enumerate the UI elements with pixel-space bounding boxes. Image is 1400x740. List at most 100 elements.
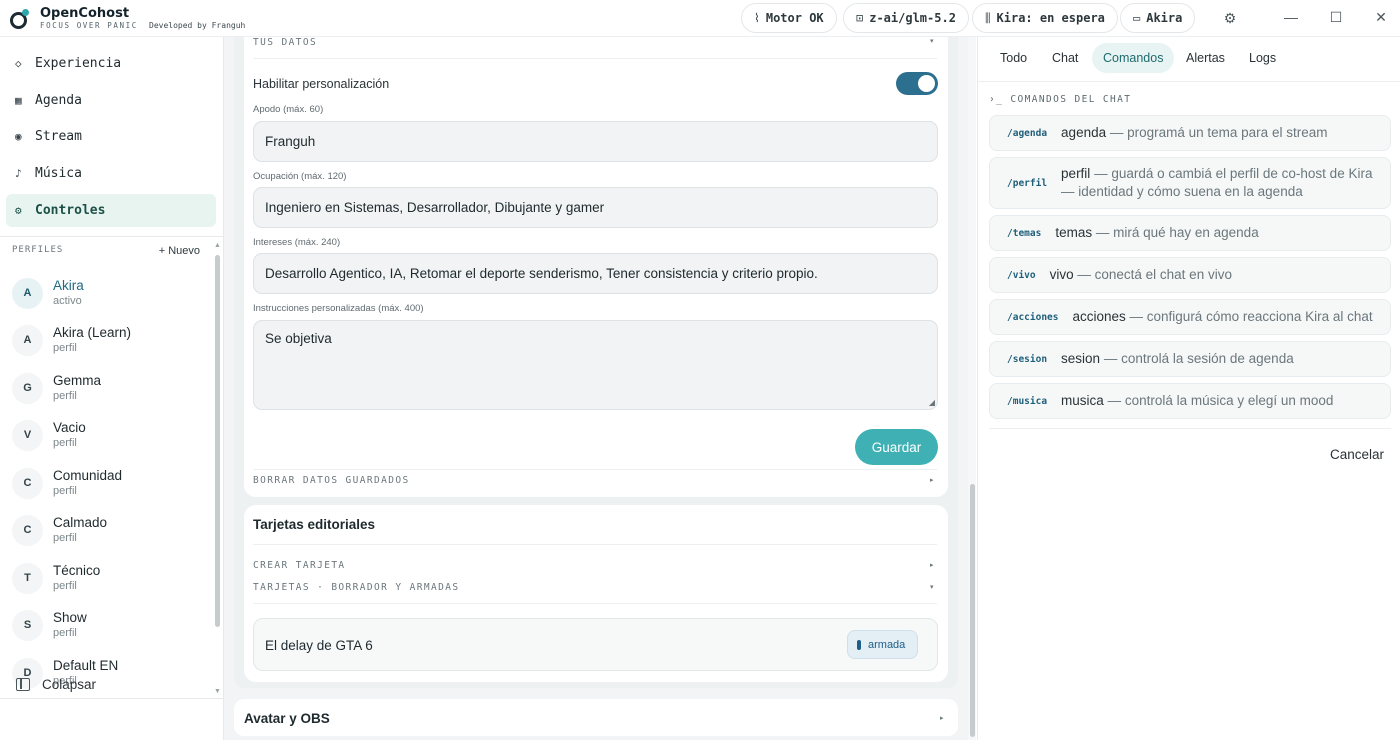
apodo-label: Apodo (máx. 60) [253,104,324,115]
nav-item-agenda[interactable]: ▦ Agenda [6,84,216,117]
tus-datos-header[interactable]: TUS DATOS [253,37,317,48]
profile-item-akira[interactable]: A Akira activo [12,271,84,315]
chevron-down-icon[interactable]: ▾ [930,583,934,591]
tab-logs[interactable]: Logs [1238,43,1287,73]
command-name: sesion [1061,351,1101,366]
profile-item-vacio[interactable]: V Vacio perfil [12,413,86,457]
command-name: agenda [1061,125,1107,140]
profile-name: Akira [53,278,84,293]
tarjetas-list-section[interactable]: TARJETAS · BORRADOR Y ARMADAS [253,582,459,593]
tab-comandos[interactable]: Comandos [1092,43,1175,73]
apodo-input[interactable]: Franguh [253,121,938,162]
music-note-icon: ♪ [15,167,22,180]
profile-item-gemma[interactable]: G Gemma perfil [12,366,101,410]
chevron-right-icon[interactable]: ▸ [930,476,934,484]
avatar: C [12,467,43,499]
command-item-vivo[interactable]: /vivo vivo — conectá el chat en vivo [989,257,1391,293]
profile-pill[interactable]: ▭ Akira [1120,3,1196,33]
profile-name: Calmado [53,515,108,530]
chevron-right-icon[interactable]: ▸ [930,561,934,569]
profiles-header: PERFILES + Nuevo [12,245,200,257]
personalize-toggle[interactable] [896,72,938,95]
sidebar: ◇ Experiencia ▦ Agenda ◉ Stream ♪ Música ⚙ Co… [0,37,224,740]
instrucciones-text: Se objetiva [265,331,332,346]
borrar-datos-section[interactable]: BORRAR DATOS GUARDADOS [253,475,410,486]
avatar: T [12,562,43,594]
command-desc: — guardá o cambiá el perfil de co-host d… [1061,166,1373,199]
scroll-down-arrow-icon[interactable]: ▼ [214,688,221,695]
profile-pill-label: Akira [1146,11,1183,25]
command-item-musica[interactable]: /musica musica — controlá la música y el… [989,383,1391,419]
command-item-sesion[interactable]: /sesion sesion — controlá la sesión de a… [989,341,1391,377]
command-code: /vivo [1007,269,1036,281]
avatar: G [12,372,43,404]
collapse-sidebar-button[interactable]: Colapsar [16,677,96,692]
avatar-obs-title: Avatar y OBS [244,711,330,726]
avatar: A [12,277,43,309]
command-item-acciones[interactable]: /acciones acciones — configurá cómo reac… [989,299,1391,335]
status-badge-label: armada [868,638,906,651]
kira-status-pill[interactable]: ⫼ Kira: en espera [972,3,1118,33]
crear-tarjeta-section[interactable]: CREAR TARJETA [253,560,346,571]
command-code: /temas [1007,227,1042,239]
settings-gear-icon[interactable]: ⚙ [1220,10,1240,27]
profile-item-tecnico[interactable]: T Técnico perfil [12,556,100,600]
new-profile-button[interactable]: + Nuevo [159,245,200,257]
avatar-obs-card[interactable]: Avatar y OBS ▸ [234,699,958,736]
top-bar: OpenCohost FOCUS OVER PANIC Developed by… [0,0,1400,37]
command-code: /agenda [1007,127,1048,139]
command-desc: — programá un tema para el stream [1106,125,1328,140]
intereses-input[interactable]: Desarrollo Agentico, IA, Retomar el depo… [253,253,938,294]
profiles-title: PERFILES [12,245,64,255]
profile-status: perfil [53,342,77,354]
nav-item-experiencia[interactable]: ◇ Experiencia [6,47,216,80]
resize-handle-icon[interactable]: ◢ [929,398,935,407]
command-desc: — controlá la música y elegí un mood [1103,393,1334,408]
command-code: /musica [1007,395,1048,407]
main-scrollbar[interactable] [968,37,976,740]
nav-item-label: Música [35,166,82,181]
chip-icon: ⊡ [856,11,864,25]
nav-item-controles[interactable]: ⚙ Controles [6,194,216,227]
nav-item-musica[interactable]: ♪ Música [6,157,216,190]
avatar: S [12,609,43,641]
command-item-agenda[interactable]: /agenda agenda — programá un tema para e… [989,115,1391,151]
developer-credit: Developed by Franguh [149,21,246,30]
avatar: C [12,514,43,546]
motor-status-pill[interactable]: ⌇ Motor OK [741,3,837,33]
instrucciones-textarea[interactable]: Se objetiva ◢ [253,320,938,410]
profile-item-comunidad[interactable]: C Comunidad perfil [12,461,122,505]
scroll-up-arrow-icon[interactable]: ▲ [214,242,221,249]
nav-item-stream[interactable]: ◉ Stream [6,120,216,153]
profile-list: A Akira activo A Akira (Learn) perfil G Ge… [0,262,212,700]
personalization-panel: TUS DATOS ▾ Habilitar personalización Ap… [234,37,958,688]
save-button[interactable]: Guardar [855,429,938,465]
profile-item-show[interactable]: S Show perfil [12,603,87,647]
profile-name: Comunidad [53,468,123,483]
tarjeta-name: El delay de GTA 6 [265,638,373,653]
ocupacion-input[interactable]: Ingeniero en Sistemas, Desarrollador, Di… [253,187,938,228]
profile-item-calmado[interactable]: C Calmado perfil [12,508,107,552]
chevron-down-icon[interactable]: ▾ [930,37,934,45]
profile-name: Default EN [53,658,119,673]
nav-item-label: Controles [35,203,106,218]
minimize-icon[interactable]: — [1281,9,1301,25]
command-item-perfil[interactable]: /perfil perfil — guardá o cambiá el perf… [989,157,1391,209]
tab-alertas[interactable]: Alertas [1175,43,1236,73]
close-icon[interactable]: ✕ [1371,9,1391,26]
tarjetas-card: Tarjetas editoriales CREAR TARJETA ▸ TAR… [244,505,948,682]
maximize-icon[interactable]: ☐ [1326,9,1346,26]
divider [253,544,937,545]
cancel-button[interactable]: Cancelar [1330,447,1384,462]
sidebar-scrollbar[interactable] [215,255,220,627]
model-selector-pill[interactable]: ⊡ z-ai/glm-5.2 [843,3,969,33]
right-panel: Todo Chat Comandos Alertas Logs ›_ COMAN… [977,37,1400,740]
divider [978,81,1400,82]
tab-chat[interactable]: Chat [1041,43,1089,73]
tarjeta-item[interactable]: El delay de GTA 6 armada [253,618,938,671]
profile-item-akira-learn[interactable]: A Akira (Learn) perfil [12,318,131,362]
tab-todo[interactable]: Todo [989,43,1038,73]
command-item-temas[interactable]: /temas temas — mirá qué hay en agenda [989,215,1391,251]
command-desc: — conectá el chat en vivo [1073,267,1232,282]
scroll-thumb[interactable] [970,484,975,737]
